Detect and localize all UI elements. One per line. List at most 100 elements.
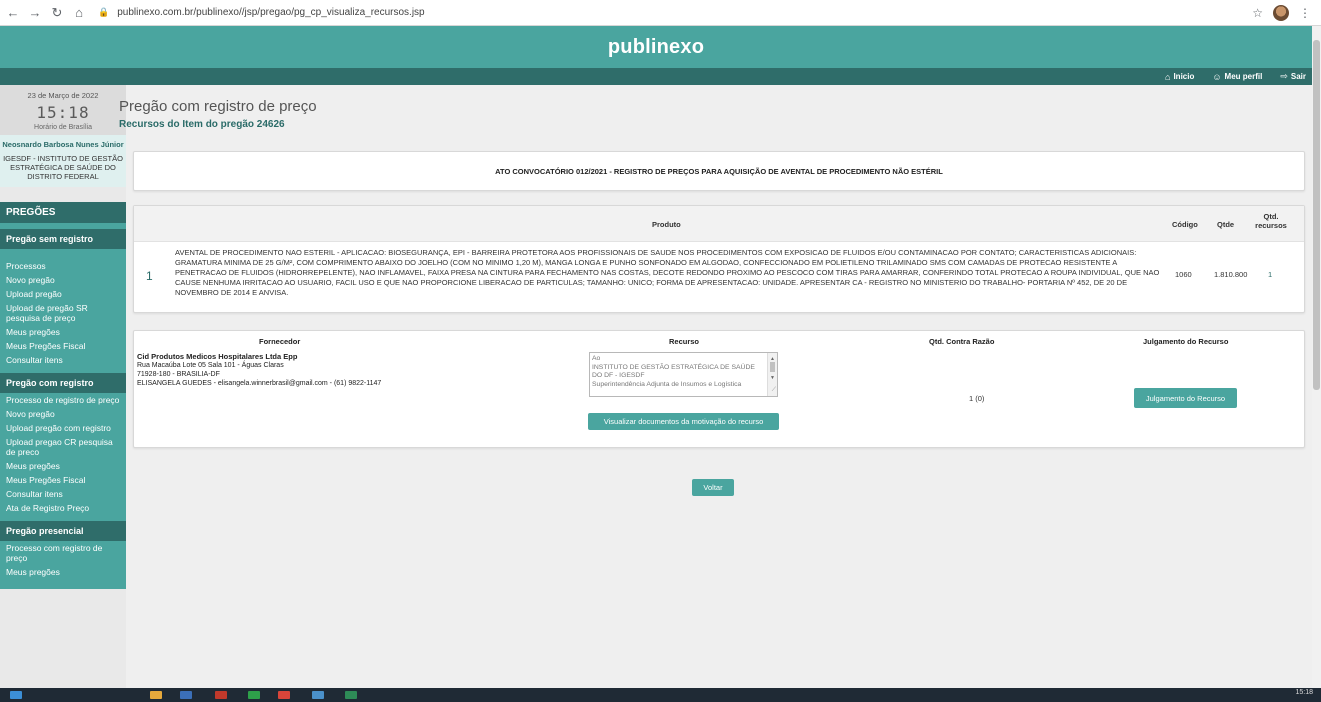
item-number: 1 xyxy=(146,269,153,283)
folder-icon[interactable] xyxy=(150,691,162,699)
qtd-contra-razao-value: 1 (0) xyxy=(969,394,985,403)
user-organization: IGESDF - INSTITUTO DE GESTÃO ESTRATÉGICA… xyxy=(3,154,123,181)
browser-menu-icon[interactable]: ⋮ xyxy=(1299,6,1311,20)
home-icon: ⌂ xyxy=(1165,71,1171,82)
section-title-sem-registro[interactable]: Pregão sem registro xyxy=(0,229,126,249)
sidebar-item-upload-cr-pesquisa[interactable]: Upload pregao CR pesquisa de preco xyxy=(0,435,126,459)
taskbar-clock: 15:18 xyxy=(1295,689,1313,696)
forward-icon[interactable]: → xyxy=(26,5,44,20)
sidebar-item-processo-registro[interactable]: Processo de registro de preço xyxy=(0,393,126,407)
product-code: 1060 xyxy=(1175,270,1192,279)
excel-icon[interactable] xyxy=(345,691,357,699)
product-quantity: 1.810.800 xyxy=(1214,270,1248,279)
sidebar-item-upload-pregao-cr[interactable]: Upload pregão com registro xyxy=(0,421,126,435)
ato-title: ATO CONVOCATÓRIO 012/2021 - REGISTRO DE … xyxy=(495,166,943,176)
recurso-textarea[interactable]: Ao INSTITUTO DE GESTÃO ESTRATÉGICA DE SA… xyxy=(589,352,778,397)
nav-sair-label: Sair xyxy=(1290,72,1306,81)
nav-meu-perfil-label: Meu perfil xyxy=(1224,72,1263,81)
sidebar-item-meus-pregoes[interactable]: Meus pregões xyxy=(0,325,126,339)
logout-icon: ⇨ xyxy=(1280,71,1288,81)
timezone-label: Horário de Brasília xyxy=(34,124,92,131)
nav-meu-perfil-link[interactable]: ☺ Meu perfil xyxy=(1212,72,1262,82)
sidebar-item-meus-pregoes-fiscal-cr[interactable]: Meus Pregões Fiscal xyxy=(0,473,126,487)
supplier-address: Rua Macaúba Lote 05 Sala 101 - Águas Cla… xyxy=(137,362,284,369)
sidebar-item-meus-pregoes-fiscal[interactable]: Meus Pregões Fiscal xyxy=(0,339,126,353)
scroll-down-icon[interactable]: ▼ xyxy=(770,374,775,383)
nav-sair-link[interactable]: ⇨ Sair xyxy=(1280,71,1306,82)
supplier-info: Cid Produtos Medicos Hospitalares Ltda E… xyxy=(137,352,381,388)
product-table-header: Produto Código Qtde Qtd. recursos xyxy=(134,206,1304,242)
main-content: Pregão com registro de preço Recursos do… xyxy=(119,98,1305,496)
app-icon[interactable] xyxy=(278,691,290,699)
current-date: 23 de Março de 2022 xyxy=(27,91,99,100)
sidebar-item-processos[interactable]: Processos xyxy=(0,259,126,273)
sidebar-item-consultar-itens[interactable]: Consultar itens xyxy=(0,353,126,367)
ato-card: ATO CONVOCATÓRIO 012/2021 - REGISTRO DE … xyxy=(133,151,1305,191)
word-icon[interactable] xyxy=(312,691,324,699)
start-icon[interactable] xyxy=(10,691,22,699)
col-codigo: Código xyxy=(1172,220,1198,229)
table-row: 1 AVENTAL DE PROCEDIMENTO NAO ESTERIL - … xyxy=(134,242,1304,314)
sidebar-item-upload-sr[interactable]: Upload de pregão SR pesquisa de preço xyxy=(0,301,126,325)
url-text: publinexo.com.br/publinexo//jsp/pregao/p… xyxy=(117,7,425,18)
supplier-contact: ELISANGELA GUEDES - elisangela.winnerbra… xyxy=(137,380,382,387)
sidebar-item-ata-registro[interactable]: Ata de Registro Preço xyxy=(0,501,126,515)
user-block: Neosnardo Barbosa Nunes Júnior IGESDF - … xyxy=(0,135,126,187)
recurso-table: Fornecedor Recurso Qtd. Contra Razão Jul… xyxy=(133,330,1305,448)
user-name: Neosnardo Barbosa Nunes Júnior xyxy=(2,140,124,149)
sidebar-item-meus-pregoes-presencial[interactable]: Meus pregões xyxy=(0,565,126,579)
page-subtitle: Recursos do Item do pregão 24626 xyxy=(119,119,285,130)
sidebar-item-meus-pregoes-cr[interactable]: Meus pregões xyxy=(0,459,126,473)
sidebar-item-upload-pregao[interactable]: Upload pregão xyxy=(0,287,126,301)
profile-avatar[interactable] xyxy=(1273,4,1289,21)
julgamento-recurso-button[interactable]: Julgamento do Recurso xyxy=(1134,388,1237,408)
sidebar-item-novo-pregao-cr[interactable]: Novo pregão xyxy=(0,407,126,421)
sidebar-item-consultar-itens-cr[interactable]: Consultar itens xyxy=(0,487,126,501)
menu-title-pregoes[interactable]: PREGÕES xyxy=(0,202,126,223)
col-qtde: Qtde xyxy=(1217,220,1235,229)
recurso-text: Ao INSTITUTO DE GESTÃO ESTRATÉGICA DE SA… xyxy=(592,355,755,388)
mail-icon[interactable] xyxy=(215,691,227,699)
chrome-icon[interactable] xyxy=(248,691,260,699)
browser-toolbar: ← → ↻ ⌂ 🔒 publinexo.com.br/publinexo//js… xyxy=(0,0,1321,26)
product-description: AVENTAL DE PROCEDIMENTO NAO ESTERIL - AP… xyxy=(175,248,1160,297)
site-logo[interactable]: publinexo xyxy=(608,36,704,59)
address-bar[interactable]: 🔒 publinexo.com.br/publinexo//jsp/pregao… xyxy=(98,3,1252,23)
col-qtd-contra-razao: Qtd. Contra Razão xyxy=(929,337,995,346)
home-browser-icon[interactable]: ⌂ xyxy=(70,5,88,20)
sidebar-item-novo-pregao[interactable]: Novo pregão xyxy=(0,273,126,287)
col-produto: Produto xyxy=(652,220,681,229)
resize-grip-icon[interactable]: ⟋ xyxy=(772,386,776,395)
voltar-button[interactable]: Voltar xyxy=(692,479,734,496)
edge-icon[interactable] xyxy=(180,691,192,699)
menu-section-com-registro: Pregão com registro Processo de registro… xyxy=(0,367,126,515)
product-recursos-count: 1 xyxy=(1268,270,1273,279)
section-title-presencial[interactable]: Pregão presencial xyxy=(0,521,126,541)
top-nav: ⌂ Inicio ☺ Meu perfil ⇨ Sair xyxy=(0,68,1312,85)
sidebar: 23 de Março de 2022 15:18 Horário de Bra… xyxy=(0,85,126,688)
nav-inicio-link[interactable]: ⌂ Inicio xyxy=(1165,72,1194,82)
date-block: 23 de Março de 2022 15:18 Horário de Bra… xyxy=(0,85,126,135)
user-icon: ☺ xyxy=(1212,71,1222,82)
supplier-name: Cid Produtos Medicos Hospitalares Ltda E… xyxy=(137,352,298,361)
lock-icon: 🔒 xyxy=(98,7,110,17)
recurso-scrollbar-thumb[interactable] xyxy=(770,362,775,372)
visualizar-documentos-button[interactable]: Visualizar documentos da motivação do re… xyxy=(588,413,779,430)
clock: 15:18 xyxy=(36,103,90,122)
reload-icon[interactable]: ↻ xyxy=(48,5,66,21)
product-table: Produto Código Qtde Qtd. recursos 1 AVEN… xyxy=(133,205,1305,313)
back-icon[interactable]: ← xyxy=(4,5,22,20)
nav-inicio-label: Inicio xyxy=(1173,72,1195,81)
section-title-com-registro[interactable]: Pregão com registro xyxy=(0,373,126,393)
sidebar-menu: PREGÕES Pregão sem registro Processos No… xyxy=(0,202,126,589)
page-scrollbar-thumb[interactable] xyxy=(1313,40,1320,390)
col-recurso: Recurso xyxy=(669,337,700,346)
page-title: Pregão com registro de preço xyxy=(119,98,317,115)
page-scrollbar[interactable] xyxy=(1312,26,1321,688)
supplier-cep: 71928-180 - BRASILIA-DF xyxy=(137,371,220,378)
sidebar-item-processo-presencial[interactable]: Processo com registro de preço xyxy=(0,541,126,565)
bookmark-star-icon[interactable]: ☆ xyxy=(1252,6,1263,20)
menu-section-presencial: Pregão presencial Processo com registro … xyxy=(0,515,126,579)
os-taskbar: 15:18 xyxy=(0,688,1321,702)
menu-section-sem-registro: Pregão sem registro Processos Novo pregã… xyxy=(0,223,126,367)
